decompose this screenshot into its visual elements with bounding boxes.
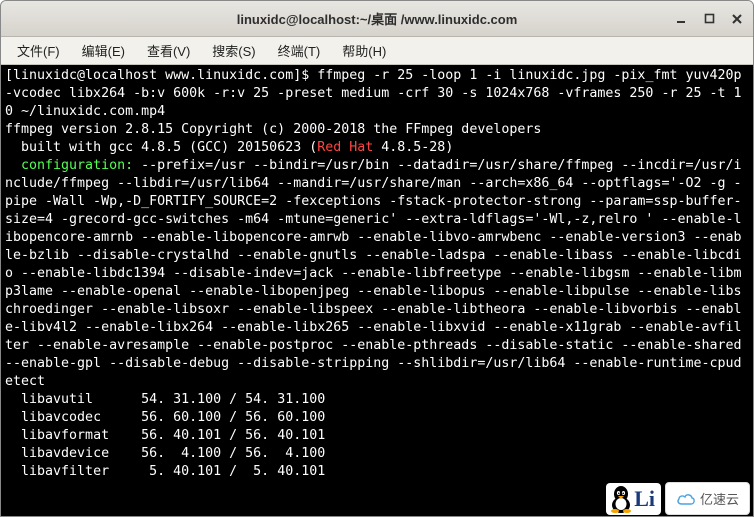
configuration-body: --prefix=/usr --bindir=/usr/bin --datadi… bbox=[5, 158, 750, 389]
maximize-icon bbox=[704, 13, 715, 24]
window-controls bbox=[673, 11, 745, 27]
lib-line: libavcodec 56. 60.100 / 56. 60.100 bbox=[5, 410, 325, 425]
output-line: built with gcc 4.8.5 (GCC) 20150623 ( bbox=[5, 140, 317, 155]
menu-help[interactable]: 帮助(H) bbox=[332, 38, 396, 63]
terminal-window: linuxidc@localhost:~/桌面 /www.linuxidc.co… bbox=[0, 0, 754, 517]
lib-line: libavutil 54. 31.100 / 54. 31.100 bbox=[5, 392, 325, 407]
minimize-button[interactable] bbox=[673, 11, 689, 27]
close-icon bbox=[731, 13, 743, 25]
lib-line: libavformat 56. 40.101 / 56. 40.101 bbox=[5, 428, 325, 443]
output-line: ffmpeg version 2.8.15 Copyright (c) 2000… bbox=[5, 122, 541, 137]
close-button[interactable] bbox=[729, 11, 745, 27]
menu-view[interactable]: 查看(V) bbox=[137, 38, 200, 63]
menu-terminal[interactable]: 终端(T) bbox=[268, 38, 331, 63]
redhat-label: Red Hat bbox=[317, 140, 373, 155]
terminal-output[interactable]: [linuxidc@localhost www.linuxidc.com]$ f… bbox=[1, 65, 753, 516]
window-title: linuxidc@localhost:~/桌面 /www.linuxidc.co… bbox=[237, 9, 518, 28]
menu-file[interactable]: 文件(F) bbox=[7, 38, 70, 63]
menu-edit[interactable]: 编辑(E) bbox=[72, 38, 135, 63]
menubar: 文件(F) 编辑(E) 查看(V) 搜索(S) 终端(T) 帮助(H) bbox=[1, 37, 753, 65]
lib-line: libavdevice 56. 4.100 / 56. 4.100 bbox=[5, 446, 325, 461]
minimize-icon bbox=[675, 13, 687, 25]
prompt: [linuxidc@localhost www.linuxidc.com]$ bbox=[5, 68, 317, 83]
maximize-button[interactable] bbox=[701, 11, 717, 27]
lib-line: libavfilter 5. 40.101 / 5. 40.101 bbox=[5, 464, 325, 479]
menu-search[interactable]: 搜索(S) bbox=[202, 38, 265, 63]
titlebar: linuxidc@localhost:~/桌面 /www.linuxidc.co… bbox=[1, 1, 753, 37]
output-line: 4.8.5-28) bbox=[373, 140, 453, 155]
configuration-label: configuration: bbox=[5, 158, 133, 173]
